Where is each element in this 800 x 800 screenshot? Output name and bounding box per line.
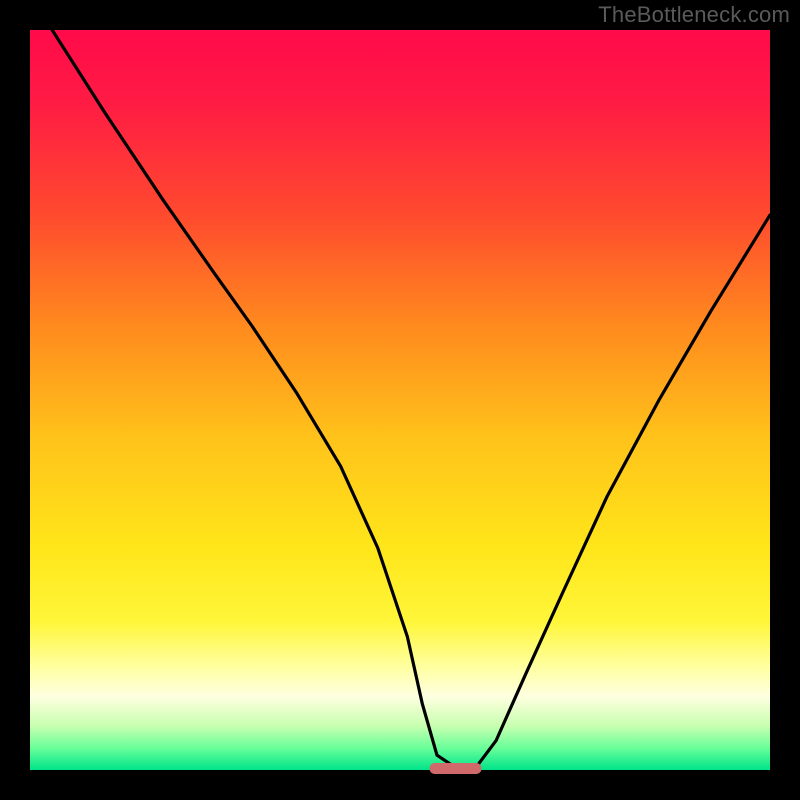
minimum-marker [430,763,482,774]
bottleneck-chart [0,0,800,800]
chart-frame: TheBottleneck.com [0,0,800,800]
watermark-text: TheBottleneck.com [598,2,790,28]
